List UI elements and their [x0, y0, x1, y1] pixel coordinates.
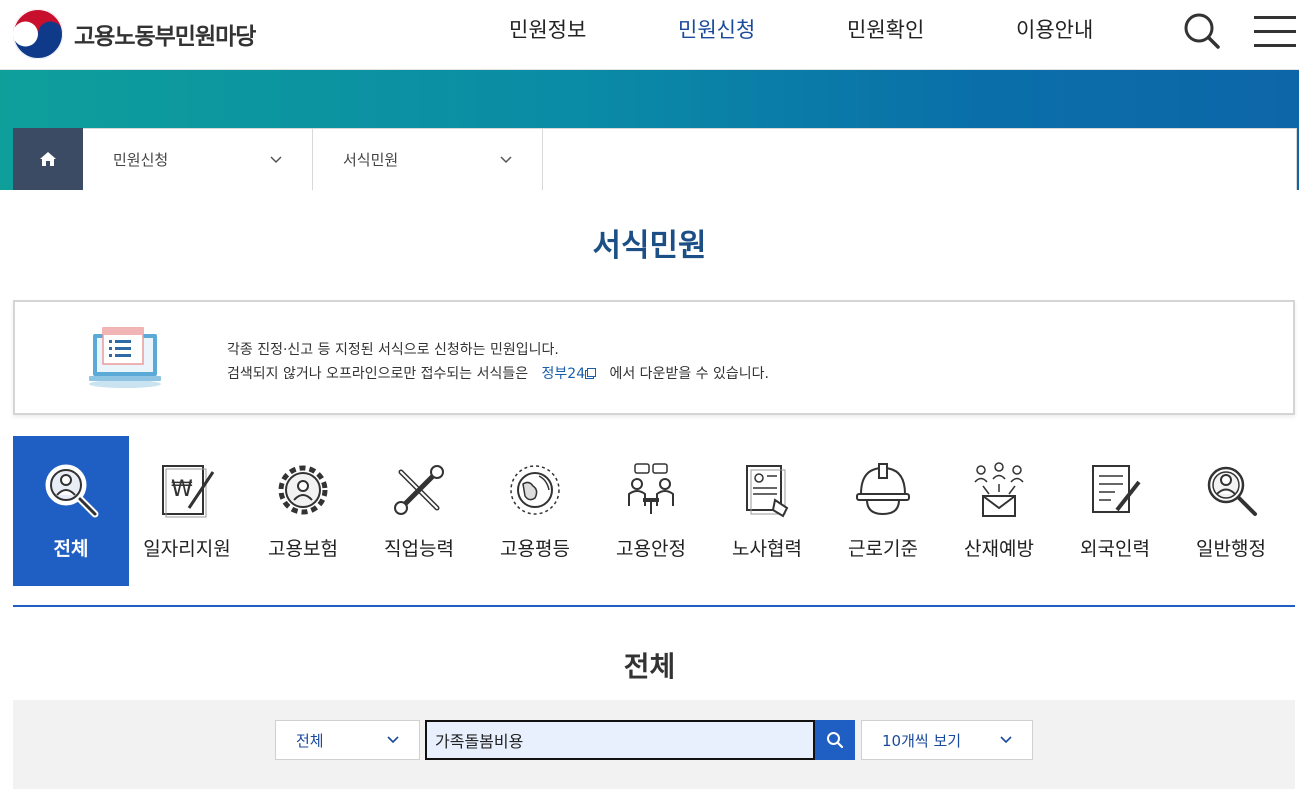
nav-item-guide[interactable]: 이용안내 [1016, 14, 1093, 44]
meeting-people-icon [628, 463, 674, 514]
gov24-link-label: 정부24 [541, 366, 586, 382]
external-link-icon [585, 368, 597, 379]
search-input[interactable] [425, 720, 815, 760]
category-label: 외국인력 [1080, 538, 1150, 560]
notice-line-2-after: 에서 다운받을 수 있습니다. [609, 366, 769, 382]
notice-text: 각종 진정·신고 등 지정된 서식으로 신청하는 민원입니다. 검색되지 않거나… [227, 338, 769, 386]
section-title: 전체 [623, 650, 676, 683]
category-label: 산재예방 [964, 538, 1034, 560]
category-tab-employment-equality[interactable]: 고용평등 [477, 436, 593, 586]
category-tab-employment-stability[interactable]: 고용안정 [593, 436, 709, 586]
breadcrumb-level2-label: 서식민원 [343, 151, 399, 169]
document-won-pen-icon: ₩ [162, 465, 215, 518]
breadcrumb-level1-select[interactable]: 민원신청 [83, 129, 313, 190]
notice-line-2-before: 검색되지 않거나 오프라인으로만 접수되는 서식들은 [227, 366, 529, 382]
chevron-down-icon [500, 155, 512, 163]
form-pen-icon [1092, 465, 1141, 513]
notice-line-1: 각종 진정·신고 등 지정된 서식으로 신청하는 민원입니다. [227, 342, 559, 358]
category-label: 직업능력 [384, 538, 454, 560]
nav-item-check[interactable]: 민원확인 [847, 14, 924, 44]
notice-line-2: 검색되지 않거나 오프라인으로만 접수되는 서식들은 정부24 에서 다운받을 … [227, 362, 769, 386]
per-page-select[interactable]: 10개씩 보기 [861, 720, 1033, 760]
breadcrumb: 민원신청 서식민원 [13, 128, 1297, 190]
site-logo[interactable]: 고용노동부민원마당 [12, 8, 256, 60]
category-label: 고용평등 [500, 538, 570, 560]
category-tab-general-admin[interactable]: 일반행정 [1173, 436, 1289, 586]
laptop-form-icon [89, 327, 161, 388]
category-select-value: 전체 [296, 731, 324, 750]
government-emblem-icon [13, 9, 63, 59]
chevron-down-icon [387, 736, 399, 744]
category-tab-accident-prevention[interactable]: 산재예방 [941, 436, 1057, 586]
search-icon [827, 732, 844, 749]
category-divider [13, 605, 1295, 607]
chevron-down-icon [270, 155, 282, 163]
magnifier-person-icon [1207, 466, 1257, 516]
search-bar: 전체 10개씩 보기 [13, 700, 1295, 789]
category-tab-all[interactable]: 전체 [13, 436, 129, 586]
category-label: 근로기준 [848, 538, 918, 560]
search-icon[interactable] [1183, 12, 1221, 50]
nav-item-apply[interactable]: 민원신청 [678, 14, 755, 44]
category-select[interactable]: 전체 [275, 720, 420, 760]
notice-box: 각종 진정·신고 등 지정된 서식으로 신청하는 민원입니다. 검색되지 않거나… [13, 300, 1295, 415]
category-label: 고용안정 [616, 538, 686, 560]
per-page-select-value: 10개씩 보기 [882, 731, 962, 750]
breadcrumb-level2-select[interactable]: 서식민원 [313, 129, 543, 190]
search-submit-button[interactable] [815, 720, 855, 760]
category-tab-employment-insurance[interactable]: 고용보험 [245, 436, 361, 586]
wrench-screwdriver-icon [394, 465, 444, 515]
hamburger-menu-icon[interactable] [1254, 14, 1296, 48]
globe-cycle-icon [510, 465, 560, 515]
breadcrumb-home[interactable] [13, 128, 83, 190]
category-label: 일반행정 [1196, 538, 1266, 560]
gear-person-icon [278, 465, 328, 515]
category-label: 전체 [53, 538, 89, 560]
magnifier-person-icon [45, 464, 99, 518]
site-header: 고용노동부민원마당 민원정보 민원신청 민원확인 이용안내 [0, 0, 1299, 70]
category-tab-labor-standards[interactable]: 근로기준 [825, 436, 941, 586]
category-tab-labor-cooperation[interactable]: 노사협력 [709, 436, 825, 586]
category-tab-foreign-workforce[interactable]: 외국인력 [1057, 436, 1173, 586]
home-icon [40, 152, 56, 166]
category-tab-vocational-ability[interactable]: 직업능력 [361, 436, 477, 586]
category-tab-job-support[interactable]: ₩ 일자리지원 [129, 436, 245, 586]
nav-item-info[interactable]: 민원정보 [509, 14, 586, 44]
breadcrumb-level1-label: 민원신청 [113, 151, 169, 169]
category-label: 일자리지원 [143, 538, 231, 560]
document-hand-icon [746, 465, 789, 518]
people-envelope-icon [974, 462, 1024, 517]
page-title: 서식민원 [592, 228, 707, 264]
chevron-down-icon [1000, 736, 1012, 744]
svg-text:₩: ₩ [171, 477, 193, 502]
category-tabs: 전체 ₩ 일자리지원 고용보험 직업능력 고용평등 고용안정 노사협력 근로기준… [13, 436, 1295, 586]
hard-hat-icon [856, 463, 910, 516]
category-label: 고용보험 [268, 538, 338, 560]
category-label: 노사협력 [732, 538, 802, 560]
site-name: 고용노동부민원마당 [74, 24, 256, 50]
gov24-link[interactable]: 정부24 [542, 366, 597, 382]
